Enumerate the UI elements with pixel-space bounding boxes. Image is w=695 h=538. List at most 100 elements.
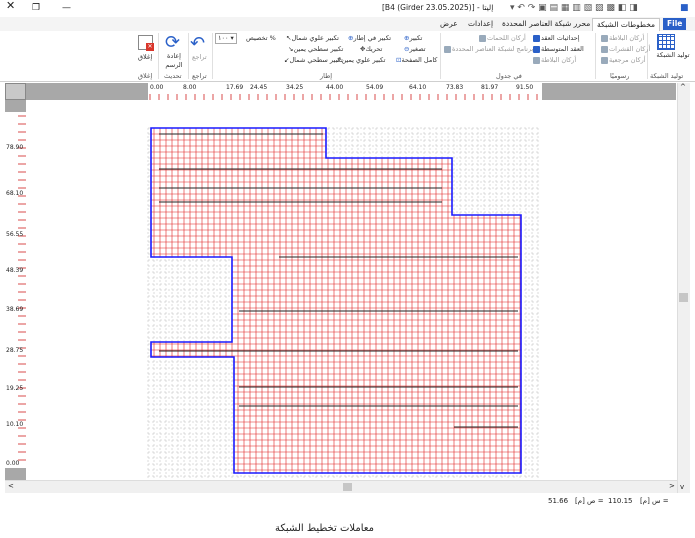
tab-mesh-drawings[interactable]: مخطوطات الشبكة (592, 18, 661, 31)
ruler-left-label: 78.90 (6, 144, 24, 151)
separator (188, 33, 189, 79)
minimize-window-button[interactable]: — (62, 2, 71, 14)
y-coord-value: 51.66 (548, 497, 569, 505)
zoom-in-button[interactable]: ⊕تكبير (404, 34, 422, 43)
weld-edges-button[interactable]: أركان اللحمات (478, 34, 526, 43)
ref-edges-button[interactable]: أركان مرجعية (600, 56, 646, 65)
app-icon: ■ (680, 3, 689, 13)
slab-edges-table-button[interactable]: أركان البلاطة (532, 56, 576, 65)
ruler-top-label: 8.00 (183, 84, 197, 91)
footer-text: معاملات تخطيط الشبكة (275, 523, 374, 534)
slab-edges-table-icon (533, 56, 540, 64)
ruler-top: 0.00 8.00 17.69 24.45 34.25 44.00 54.09 64.10 73… (26, 83, 676, 100)
group-graphic-label: رسوميًا (610, 72, 630, 80)
weld-edges-icon (479, 34, 486, 42)
zoom-percent-select[interactable]: ١٠٠ ▾ (215, 33, 237, 44)
x-coord-value: 110.15 (608, 497, 633, 505)
separator (595, 33, 596, 79)
tab-file[interactable]: File (663, 18, 687, 30)
ruler-top-label: 81.97 (481, 84, 499, 91)
group-update-label: تحديث (164, 72, 182, 80)
ruler-left: 78.90 68.10 56.55 48.39 38.69 28.75 19.25 10.10… (5, 100, 26, 480)
full-page-button[interactable]: ⊡كامل الصفحة (396, 56, 437, 65)
ruler-corner (5, 83, 26, 100)
undo-button[interactable]: تراجع (192, 53, 207, 62)
status-bar: س [م] = 110.15 ص [م] = 51.66 معاملات تخط… (0, 493, 695, 538)
element-program-icon (444, 45, 451, 53)
ruler-left-label: 68.10 (6, 190, 24, 197)
node-coords-button[interactable]: إحداثيات العقد (532, 34, 580, 43)
horizontal-scrollbar[interactable]: < > (5, 480, 677, 493)
zoom-window-button[interactable]: ⊕تكبير في إطار (348, 34, 391, 43)
element-program-button[interactable]: برنامج لشبكة العناصر المحددة (443, 45, 533, 54)
zoom-top-left-button[interactable]: ↗تكبير علوي يمين (336, 56, 385, 65)
undo-icon: ↶ (190, 33, 206, 54)
group-generate-label: توليد الشبكة (650, 72, 684, 80)
separator (212, 33, 213, 79)
zoom-bottom-right-button[interactable]: ↘تكبير سطحي يمين (288, 45, 343, 54)
mid-nodes-button[interactable]: العقد المتوسطة (532, 45, 584, 54)
ruler-top-label: 73.83 (446, 84, 464, 91)
ruler-left-label: 38.69 (6, 306, 24, 313)
zoom-percent-label: تخصيص % (246, 34, 276, 42)
window-title: [B4 (Girder 23.05.2025)] - إليتا (382, 3, 494, 12)
close-tool-icon: ✕ (138, 35, 154, 51)
ruler-top-label: 44.00 (326, 84, 344, 91)
scroll-left-icon[interactable]: < (8, 482, 14, 490)
ruler-left-label: 0.00 (6, 460, 20, 467)
ref-edges-icon (601, 56, 608, 64)
mesh-drawing[interactable] (26, 100, 676, 480)
redraw-button[interactable]: إعادة الرسم (163, 52, 185, 70)
ruler-left-label: 28.75 (6, 347, 24, 354)
ruler-top-label: 0.00 (150, 84, 164, 91)
pan-button[interactable]: ✥تحريك (360, 45, 382, 54)
redraw-icon: ⟳ (165, 32, 181, 53)
quick-access-toolbar[interactable]: ▾ ↶ ↷ ▣ ▤ ▦ ▥ ▧ ▨ ▩ ◧ ◨ (510, 2, 638, 14)
group-table-label: في جدول (496, 72, 522, 80)
vertical-scrollbar[interactable]: ^ v (677, 83, 690, 493)
scroll-up-icon[interactable]: ^ (680, 83, 686, 91)
generate-mesh-icon (657, 34, 675, 50)
x-coord-label: س [م] = (640, 497, 669, 505)
close-tool-button[interactable]: إغلاق (138, 53, 152, 62)
ruler-top-label: 24.45 (250, 84, 268, 91)
ruler-left-label: 19.25 (6, 385, 24, 392)
ruler-left-label: 56.55 (6, 231, 24, 238)
slab-edges-icon (601, 34, 608, 42)
group-close-label: إغلاق (138, 72, 153, 80)
tab-settings[interactable]: إعدادات (464, 18, 497, 30)
ruler-top-ticks (149, 94, 538, 100)
zoom-bottom-left-button[interactable]: ↙تكبير سطحي شمال (284, 56, 343, 65)
ruler-left-label: 48.39 (6, 267, 24, 274)
vertical-scroll-thumb[interactable] (679, 293, 688, 302)
tab-view[interactable]: عرض (436, 18, 462, 30)
horizontal-scroll-thumb[interactable] (343, 483, 352, 491)
scroll-right-icon[interactable]: > (669, 482, 675, 490)
ribbon-tabs: File مخطوطات الشبكة محرر شبكة العناصر ال… (0, 17, 695, 31)
y-coord-label: ص [م] = (575, 497, 604, 505)
restore-window-button[interactable]: ❐ (32, 2, 40, 14)
ruler-top-label: 91.50 (516, 84, 534, 91)
separator (440, 33, 441, 79)
ruler-top-label: 17.69 (226, 84, 244, 91)
separator (647, 33, 648, 79)
ruler-left-label: 10.10 (6, 421, 24, 428)
zoom-top-right-button[interactable]: ↖تكبير علوي شمال (286, 34, 339, 43)
scroll-down-icon[interactable]: v (680, 483, 684, 491)
mesh-fill (151, 128, 521, 473)
generate-mesh-button[interactable]: توليد الشبكة (656, 51, 690, 60)
node-coords-icon (533, 34, 540, 42)
close-window-button[interactable]: ✕ (6, 0, 15, 12)
group-undo-label: تراجع (192, 72, 207, 80)
tab-element-editor[interactable]: محرر شبكة العناصر المحددة (498, 18, 594, 30)
ruler-top-label: 34.25 (286, 84, 304, 91)
ruler-top-label: 54.09 (366, 84, 384, 91)
drawing-canvas[interactable] (26, 100, 676, 480)
beam-edges-icon (601, 45, 608, 53)
title-bar: ✕ ❐ — [B4 (Girder 23.05.2025)] - إليتا ▾… (0, 0, 695, 18)
ruler-top-label: 64.10 (409, 84, 427, 91)
beam-edges-button[interactable]: أركان القشرات (600, 45, 650, 54)
ribbon: توليد الشبكة توليد الشبكة أركان البلاطة … (0, 31, 695, 82)
slab-edges-button[interactable]: أركان البلاطة (600, 34, 644, 43)
zoom-out-button[interactable]: ⊖تصغير (404, 45, 426, 54)
